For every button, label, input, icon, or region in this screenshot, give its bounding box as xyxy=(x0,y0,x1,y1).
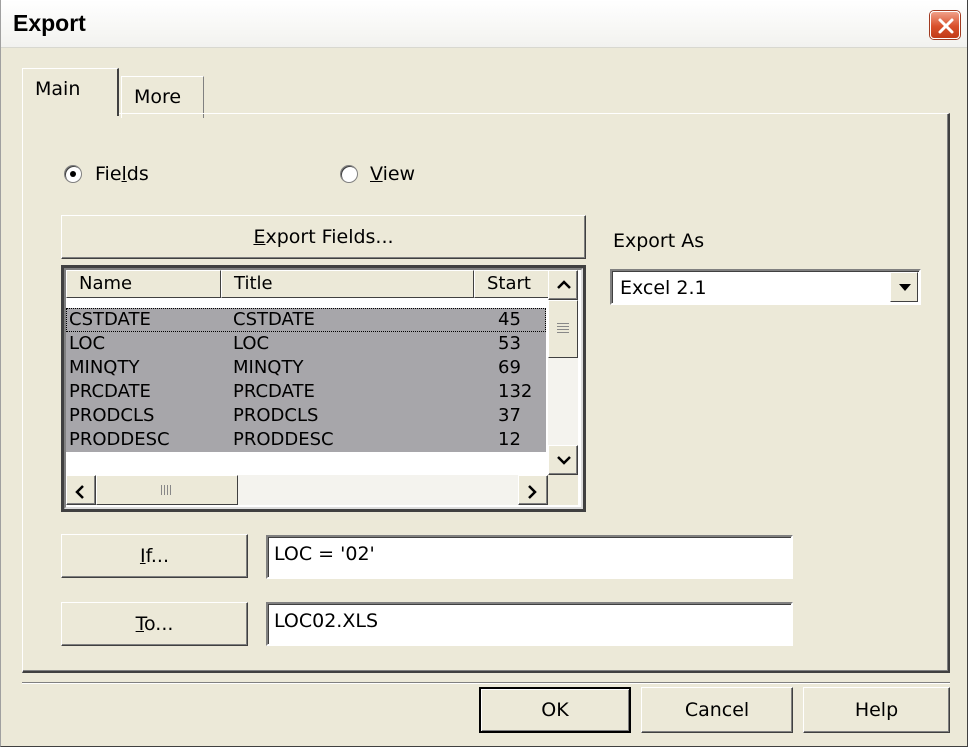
tab-more-label: More xyxy=(134,86,182,108)
scroll-down-icon xyxy=(557,456,571,465)
table-row[interactable]: PRODDESC PRODDESC 12 xyxy=(66,428,546,452)
row-start: 12 xyxy=(498,429,521,450)
scroll-left-button[interactable] xyxy=(66,475,96,505)
vertical-scroll-thumb[interactable] xyxy=(548,300,578,358)
fields-list-body: CSTDATE CSTDATE 45 LOC LOC 53 MINQTY MIN… xyxy=(66,298,546,478)
to-button[interactable]: To... xyxy=(61,602,248,646)
fields-list-header: Name Title Start xyxy=(66,270,550,298)
export-fields-button-label: Export Fields... xyxy=(253,226,394,248)
cancel-button[interactable]: Cancel xyxy=(641,687,793,733)
to-button-label: To... xyxy=(135,613,174,635)
row-start: 53 xyxy=(498,333,521,354)
title-bar[interactable]: Export xyxy=(1,0,967,48)
row-name: PRODCLS xyxy=(69,405,155,426)
row-title: MINQTY xyxy=(233,357,304,378)
export-as-label: Export As xyxy=(613,230,705,252)
horizontal-scrollbar[interactable] xyxy=(66,475,548,505)
to-file-value: LOC02.XLS xyxy=(274,610,379,632)
close-button[interactable] xyxy=(930,11,960,39)
row-name: PRCDATE xyxy=(69,381,151,402)
footer-separator xyxy=(22,682,950,684)
export-as-dropdown-button[interactable] xyxy=(890,272,918,302)
table-row[interactable]: PRCDATE PRCDATE 132 xyxy=(66,380,546,404)
row-name: CSTDATE xyxy=(69,309,151,330)
fields-list[interactable]: Name Title Start CSTDATE CSTDATE 45 LOC … xyxy=(61,265,586,512)
if-condition-value: LOC = '02' xyxy=(274,543,375,565)
row-start: 69 xyxy=(498,357,521,378)
scroll-down-button[interactable] xyxy=(548,445,578,475)
table-row[interactable]: CSTDATE CSTDATE 45 xyxy=(66,308,546,332)
row-start: 45 xyxy=(498,309,521,330)
ok-button-label: OK xyxy=(541,699,569,721)
help-button[interactable]: Help xyxy=(803,687,950,733)
column-header-title[interactable]: Title xyxy=(221,270,474,298)
fields-radio-dot[interactable] xyxy=(64,165,82,183)
scroll-up-icon xyxy=(557,280,571,289)
export-as-select[interactable]: Excel 2.1 xyxy=(610,269,921,305)
horizontal-scroll-thumb[interactable] xyxy=(96,475,238,505)
export-dialog: Export Main More Fields View Export Fiel… xyxy=(0,0,968,747)
row-title: PRODCLS xyxy=(233,405,319,426)
ok-button[interactable]: OK xyxy=(479,687,631,733)
row-name: MINQTY xyxy=(69,357,140,378)
row-name: LOC xyxy=(69,333,106,354)
scroll-right-icon xyxy=(528,485,537,499)
close-icon xyxy=(938,18,954,34)
tab-main[interactable]: Main xyxy=(22,68,119,116)
dropdown-arrow-icon xyxy=(899,284,911,291)
row-title: PRODDESC xyxy=(233,429,334,450)
export-fields-button[interactable]: Export Fields... xyxy=(61,215,586,259)
if-condition-field[interactable]: LOC = '02' xyxy=(266,535,793,579)
scroll-right-button[interactable] xyxy=(518,475,548,505)
scrollbar-corner xyxy=(548,475,578,505)
table-row[interactable]: MINQTY MINQTY 69 xyxy=(66,356,546,380)
view-radio-label: View xyxy=(370,163,416,185)
to-file-field[interactable]: LOC02.XLS xyxy=(266,602,793,646)
tab-more[interactable]: More xyxy=(121,76,204,118)
row-start: 37 xyxy=(498,405,521,426)
column-header-start[interactable]: Start xyxy=(474,270,550,298)
column-header-name[interactable]: Name xyxy=(66,270,221,298)
cancel-button-label: Cancel xyxy=(684,699,750,721)
scroll-up-button[interactable] xyxy=(548,270,578,300)
table-row[interactable]: LOC LOC 53 xyxy=(66,332,546,356)
vertical-scrollbar[interactable] xyxy=(548,270,578,475)
table-row[interactable]: PRODCLS PRODCLS 37 xyxy=(66,404,546,428)
row-title: CSTDATE xyxy=(233,309,315,330)
row-name: PRODDESC xyxy=(69,429,170,450)
if-button-label: If... xyxy=(139,545,170,567)
view-radio-dot[interactable] xyxy=(340,165,358,183)
fields-radio-label: Fields xyxy=(95,163,149,185)
if-button[interactable]: If... xyxy=(61,534,248,578)
help-button-label: Help xyxy=(854,699,899,721)
export-as-value: Excel 2.1 xyxy=(620,277,707,299)
tab-main-label: Main xyxy=(35,78,81,100)
row-title: PRCDATE xyxy=(233,381,315,402)
row-start: 132 xyxy=(498,381,533,402)
row-title: LOC xyxy=(233,333,270,354)
window-title: Export xyxy=(13,10,86,36)
scroll-left-icon xyxy=(75,485,84,499)
